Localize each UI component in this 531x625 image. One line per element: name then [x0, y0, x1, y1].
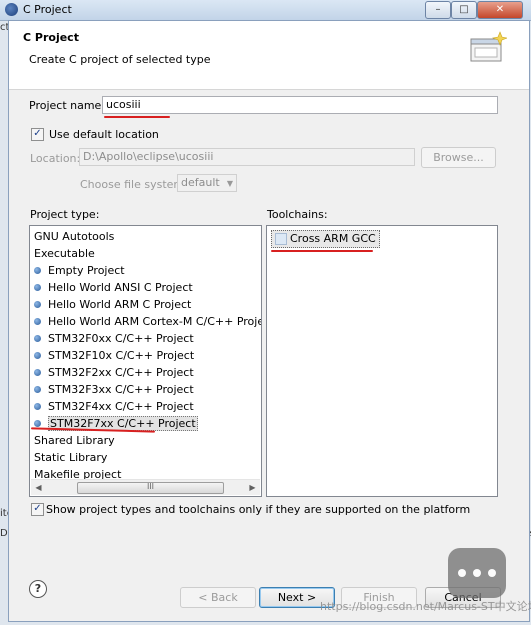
project-type-item[interactable]: GNU Autotools [30, 228, 261, 245]
project-type-bullet-icon [34, 352, 41, 359]
file-system-value: default [181, 176, 220, 189]
project-type-item[interactable]: STM32F4xx C/C++ Project [30, 398, 261, 415]
project-type-item-label: Static Library [34, 451, 108, 464]
project-type-item-label: STM32F2xx C/C++ Project [48, 366, 194, 379]
window-title: C Project [23, 3, 72, 16]
wizard-header: C Project Create C project of selected t… [9, 21, 529, 90]
help-icon[interactable]: ? [29, 580, 47, 598]
project-type-bullet-icon [34, 369, 41, 376]
filter-supported-checkbox[interactable]: ✓ [31, 503, 44, 516]
location-label: Location: [30, 152, 81, 165]
file-system-select[interactable]: default ▼ [177, 174, 237, 192]
location-input[interactable]: D:\Apollo\eclipse\ucosiii [79, 148, 415, 166]
new-project-wizard-icon [470, 31, 507, 62]
page-description: Create C project of selected type [29, 53, 211, 66]
watermark-text: https://blog.csdn.net/Marcus-ST中文论坛 [320, 600, 531, 613]
project-type-item-label: Hello World ARM Cortex-M C/C++ Project [48, 315, 262, 328]
scrollbar-thumb[interactable]: III [77, 482, 224, 494]
project-type-bullet-icon [34, 420, 41, 427]
project-type-item[interactable]: Executable [30, 245, 261, 262]
window-title-bar[interactable]: C Project – □ ✕ [0, 0, 531, 21]
close-button[interactable]: ✕ [477, 1, 523, 19]
page-title: C Project [23, 31, 79, 44]
project-type-bullet-icon [34, 403, 41, 410]
project-type-bullet-icon [34, 335, 41, 342]
scroll-right-icon[interactable]: ▶ [245, 480, 260, 495]
project-type-item[interactable]: STM32F3xx C/C++ Project [30, 381, 261, 398]
use-default-location-checkbox[interactable]: ✓ [31, 128, 44, 141]
back-button[interactable]: < Back [180, 587, 256, 608]
project-type-bullet-icon [34, 267, 41, 274]
toolchain-icon [275, 233, 287, 245]
project-type-list[interactable]: GNU Autotools Executable Empty Project Hell… [29, 225, 262, 497]
toolchain-item[interactable]: Cross ARM GCC [271, 230, 380, 248]
scroll-left-icon[interactable]: ◀ [31, 480, 46, 495]
project-type-bullet-icon [34, 386, 41, 393]
red-annotation-underline [104, 116, 170, 118]
project-type-item-label: STM32F10x C/C++ Project [48, 349, 195, 362]
project-type-item[interactable]: Empty Project [30, 262, 261, 279]
chevron-down-icon: ▼ [226, 179, 233, 188]
horizontal-scrollbar[interactable]: ◀ III ▶ [31, 479, 260, 495]
use-default-location-label: Use default location [49, 128, 159, 141]
toolchains-label: Toolchains: [267, 208, 328, 221]
project-type-item-label: Empty Project [48, 264, 125, 277]
project-type-item[interactable]: STM32F2xx C/C++ Project [30, 364, 261, 381]
project-type-item[interactable]: Static Library [30, 449, 261, 466]
eclipse-icon [5, 3, 18, 16]
chat-watermark-icon [448, 548, 506, 598]
project-type-item-label: Shared Library [34, 434, 115, 447]
project-type-item[interactable]: STM32F0xx C/C++ Project [30, 330, 261, 347]
project-type-bullet-icon [34, 318, 41, 325]
project-type-item-label: STM32F4xx C/C++ Project [48, 400, 194, 413]
toolchain-item-label: Cross ARM GCC [290, 232, 376, 245]
dialog: C Project Create C project of selected t… [8, 20, 530, 622]
project-type-item[interactable]: Hello World ARM Cortex-M C/C++ Project [30, 313, 261, 330]
filter-supported-label: Show project types and toolchains only i… [46, 503, 471, 516]
project-type-item[interactable]: Hello World ANSI C Project [30, 279, 261, 296]
project-name-input[interactable]: ucosiii [102, 96, 498, 114]
red-annotation-underline [271, 250, 373, 252]
project-type-item-label: GNU Autotools [34, 230, 115, 243]
wizard-body: Project name: ucosiii ✓ Use default loca… [9, 90, 529, 550]
project-type-label: Project type: [30, 208, 100, 221]
project-type-bullet-icon [34, 284, 41, 291]
project-type-item-label: Hello World ARM C Project [48, 298, 192, 311]
project-type-item[interactable]: STM32F10x C/C++ Project [30, 347, 261, 364]
project-type-item-label: Hello World ANSI C Project [48, 281, 193, 294]
project-type-item[interactable]: Shared Library [30, 432, 261, 449]
project-type-item[interactable]: Hello World ARM C Project [30, 296, 261, 313]
maximize-button[interactable]: □ [451, 1, 477, 19]
file-system-label: Choose file system: [80, 178, 188, 191]
project-name-label: Project name: [29, 99, 106, 112]
toolchains-list[interactable]: Cross ARM GCC [266, 225, 498, 497]
project-type-bullet-icon [34, 301, 41, 308]
minimize-button[interactable]: – [425, 1, 451, 19]
project-type-item-label: Executable [34, 247, 95, 260]
project-type-item-label: STM32F3xx C/C++ Project [48, 383, 194, 396]
browse-button[interactable]: Browse... [421, 147, 496, 168]
project-type-item-label: STM32F0xx C/C++ Project [48, 332, 194, 345]
